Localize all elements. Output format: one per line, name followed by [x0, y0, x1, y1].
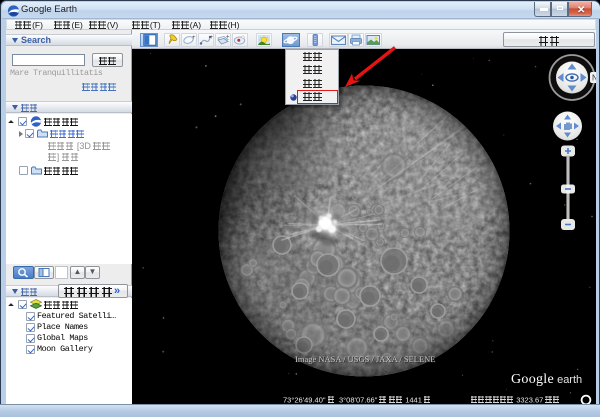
svg-text:N: N: [592, 74, 596, 83]
svg-text:+: +: [210, 35, 214, 41]
svg-text:+: +: [226, 35, 230, 41]
svg-text:+: +: [192, 35, 196, 41]
